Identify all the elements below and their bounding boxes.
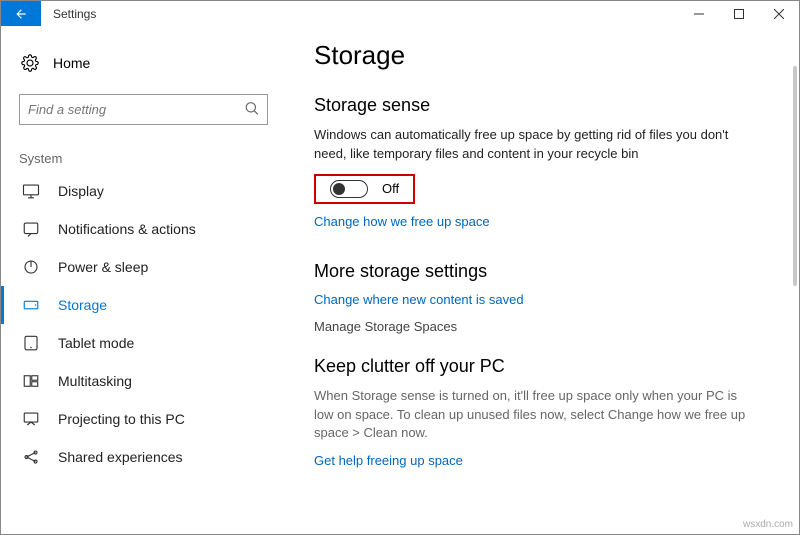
arrow-left-icon — [14, 7, 28, 21]
close-button[interactable] — [759, 1, 799, 26]
home-button[interactable]: Home — [1, 46, 286, 80]
maximize-icon — [734, 9, 744, 19]
change-free-up-link[interactable]: Change how we free up space — [314, 214, 490, 229]
search-icon — [245, 101, 259, 118]
page-title: Storage — [314, 40, 759, 71]
close-icon — [774, 9, 784, 19]
notifications-icon — [22, 220, 40, 238]
manage-storage-spaces-link[interactable]: Manage Storage Spaces — [314, 319, 759, 334]
nav-list: Display Notifications & actions Power & … — [1, 172, 286, 476]
storage-sense-description: Windows can automatically free up space … — [314, 126, 744, 164]
content-pane: Storage Storage sense Windows can automa… — [286, 26, 799, 534]
storage-sense-toggle-row: Off — [314, 174, 415, 204]
get-help-link[interactable]: Get help freeing up space — [314, 453, 463, 468]
nav-label: Storage — [58, 297, 107, 313]
nav-label: Tablet mode — [58, 335, 134, 351]
scrollbar[interactable] — [793, 66, 797, 286]
titlebar: Settings — [1, 1, 799, 26]
more-storage-section: More storage settings Change where new c… — [314, 261, 759, 334]
nav-label: Power & sleep — [58, 259, 148, 275]
nav-power[interactable]: Power & sleep — [1, 248, 286, 286]
storage-sense-toggle[interactable] — [330, 180, 368, 198]
sidebar: Home System Display Notifications & acti… — [1, 26, 286, 534]
storage-sense-section: Storage sense Windows can automatically … — [314, 95, 759, 251]
multitasking-icon — [22, 372, 40, 390]
search-field-wrap — [19, 94, 268, 125]
nav-label: Shared experiences — [58, 449, 183, 465]
clutter-section: Keep clutter off your PC When Storage se… — [314, 356, 759, 491]
watermark: wsxdn.com — [743, 519, 793, 530]
gear-icon — [21, 54, 39, 72]
maximize-button[interactable] — [719, 1, 759, 26]
minimize-button[interactable] — [679, 1, 719, 26]
nav-notifications[interactable]: Notifications & actions — [1, 210, 286, 248]
nav-projecting[interactable]: Projecting to this PC — [1, 400, 286, 438]
storage-icon — [22, 296, 40, 314]
nav-shared-experiences[interactable]: Shared experiences — [1, 438, 286, 476]
tablet-icon — [22, 334, 40, 352]
toggle-state-label: Off — [382, 181, 399, 196]
power-icon — [22, 258, 40, 276]
nav-display[interactable]: Display — [1, 172, 286, 210]
nav-label: Notifications & actions — [58, 221, 196, 237]
back-button[interactable] — [1, 1, 41, 26]
nav-multitasking[interactable]: Multitasking — [1, 362, 286, 400]
toggle-knob-icon — [333, 183, 345, 195]
nav-label: Multitasking — [58, 373, 132, 389]
window-title: Settings — [41, 1, 679, 26]
display-icon — [22, 182, 40, 200]
change-content-saved-link[interactable]: Change where new content is saved — [314, 292, 524, 307]
nav-label: Display — [58, 183, 104, 199]
category-header: System — [19, 151, 268, 166]
nav-storage[interactable]: Storage — [1, 286, 286, 324]
more-storage-heading: More storage settings — [314, 261, 759, 282]
minimize-icon — [694, 9, 704, 19]
nav-label: Projecting to this PC — [58, 411, 185, 427]
storage-sense-heading: Storage sense — [314, 95, 759, 116]
clutter-description: When Storage sense is turned on, it'll f… — [314, 387, 754, 444]
search-input[interactable] — [20, 95, 267, 124]
home-label: Home — [53, 55, 90, 71]
nav-tablet-mode[interactable]: Tablet mode — [1, 324, 286, 362]
projecting-icon — [22, 410, 40, 428]
clutter-heading: Keep clutter off your PC — [314, 356, 759, 377]
share-icon — [22, 448, 40, 466]
